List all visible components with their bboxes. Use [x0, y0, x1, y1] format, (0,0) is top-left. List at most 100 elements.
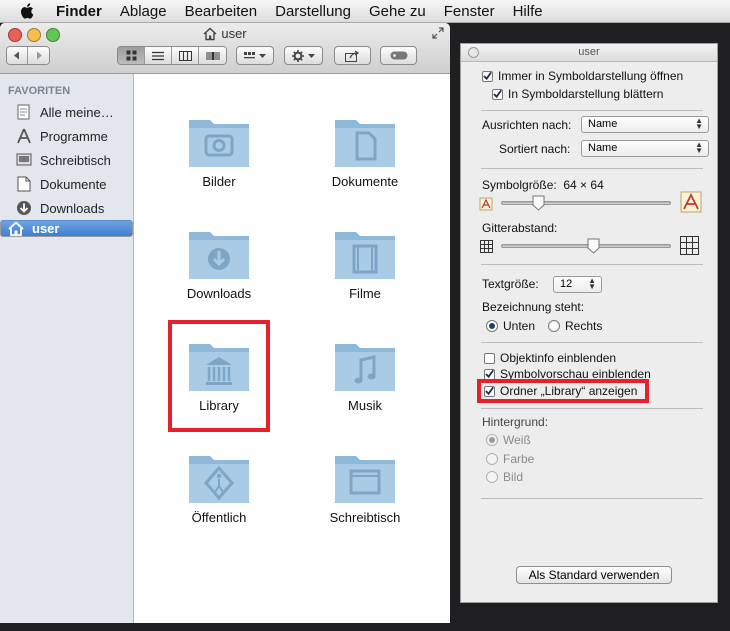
menu-gehe-zu[interactable]: Gehe zu	[369, 3, 426, 20]
menu-ablage[interactable]: Ablage	[120, 3, 167, 20]
always-icon-view-checkbox[interactable]	[482, 70, 493, 82]
folder-label: Downloads	[186, 286, 252, 301]
use-as-default-button[interactable]: Als Standard verwenden	[516, 566, 672, 584]
checkmark-icon	[493, 89, 502, 99]
back-button[interactable]	[7, 47, 28, 64]
folder-label: Filme	[349, 286, 381, 301]
sidebar-item-user[interactable]: user	[0, 220, 133, 237]
folder-label: Schreibtisch	[329, 510, 401, 525]
folder-item-musik[interactable]: Musik	[310, 338, 420, 438]
browse-icon-view-checkbox[interactable]	[492, 88, 503, 100]
gear-icon	[291, 49, 315, 62]
text-size-select-value: 12	[560, 278, 573, 290]
grid-spacing-slider-knob[interactable]	[587, 238, 600, 254]
folder-item-filme[interactable]: Filme	[310, 226, 420, 326]
window-title: user	[0, 26, 450, 41]
show-icon-preview-checkbox[interactable]	[484, 368, 495, 380]
tag-button[interactable]	[380, 46, 417, 65]
finder-window: user FAVORITEN Alle meine… Programme Sch…	[0, 23, 450, 623]
label-right-radio[interactable]	[548, 320, 560, 332]
home-icon	[203, 27, 217, 41]
folder-item-oeffentlich[interactable]: Öffentlich	[164, 450, 274, 550]
icon-view-icon	[126, 50, 136, 61]
menu-bearbeiten[interactable]: Bearbeiten	[185, 3, 258, 20]
music-folder-icon	[335, 344, 395, 391]
apple-logo-icon[interactable]	[18, 1, 38, 21]
panel-title-text: user	[578, 46, 600, 58]
downloads-folder-icon	[189, 232, 249, 279]
folder-label: Bilder	[202, 174, 236, 189]
icon-view-button[interactable]	[118, 47, 145, 64]
icon-size-slider-knob[interactable]	[532, 195, 545, 211]
desktop-folder-icon	[335, 456, 395, 503]
icon-size-slider[interactable]	[501, 201, 671, 205]
tag-icon	[390, 51, 407, 60]
select-arrows-icon: ▲ ▼	[695, 116, 703, 131]
documents-icon	[15, 175, 33, 193]
list-view-button[interactable]	[145, 47, 172, 64]
separator	[481, 264, 703, 265]
list-view-icon	[152, 51, 164, 60]
folder-item-schreibtisch[interactable]: Schreibtisch	[310, 450, 420, 550]
bg-picture-option: Bild	[486, 470, 523, 484]
movies-folder-icon	[335, 232, 395, 279]
share-button[interactable]	[334, 46, 371, 65]
arrange-select[interactable]: Name ▲ ▼	[581, 116, 709, 133]
applications-icon	[15, 127, 33, 145]
bg-picture-radio	[486, 471, 498, 483]
downloads-icon	[15, 199, 33, 217]
panel-title: user	[461, 44, 717, 62]
panel-close-button[interactable]	[468, 47, 479, 58]
back-forward-control	[6, 46, 50, 65]
text-size-select[interactable]: 12 ▲ ▼	[553, 276, 602, 293]
home-icon	[7, 220, 25, 238]
label-bottom-radio[interactable]	[486, 320, 498, 332]
folder-label: Öffentlich	[191, 510, 247, 525]
bg-picture-label: Bild	[503, 470, 524, 484]
forward-button[interactable]	[28, 47, 49, 64]
folder-item-downloads[interactable]: Downloads	[164, 226, 274, 326]
always-icon-view-label: Immer in Symboldarstellung öffnen	[498, 69, 684, 83]
menu-bar: Finder Ablage Bearbeiten Darstellung Geh…	[0, 0, 730, 23]
sidebar-item-schreibtisch[interactable]: Schreibtisch	[0, 148, 133, 172]
show-item-info-option[interactable]: Objektinfo einblenden	[484, 351, 616, 365]
grid-spacing-slider[interactable]	[501, 244, 671, 248]
folder-item-dokumente[interactable]: Dokumente	[310, 114, 420, 214]
sidebar: FAVORITEN Alle meine… Programme Schreibt…	[0, 74, 134, 623]
fullscreen-icon[interactable]	[432, 27, 444, 39]
grid-spacing-label: Gitterabstand:	[482, 221, 558, 235]
folder-item-bilder[interactable]: Bilder	[164, 114, 274, 214]
bg-white-label: Weiß	[503, 433, 531, 447]
sidebar-item-all-files[interactable]: Alle meine…	[0, 100, 133, 124]
separator	[481, 498, 703, 499]
sidebar-item-downloads[interactable]: Downloads	[0, 196, 133, 220]
menu-finder[interactable]: Finder	[56, 3, 102, 20]
desktop-icon	[15, 151, 33, 169]
label-right-option[interactable]: Rechts	[548, 319, 602, 333]
folder-grid: Bilder Dokumente Downloads Filme Library…	[134, 74, 450, 623]
icon-size-value: 64 × 64	[563, 178, 604, 192]
sidebar-item-dokumente[interactable]: Dokumente	[0, 172, 133, 196]
show-item-info-checkbox[interactable]	[484, 352, 495, 364]
bg-color-radio	[486, 453, 498, 465]
select-arrows-icon: ▲ ▼	[695, 140, 703, 155]
coverflow-view-button[interactable]	[199, 47, 226, 64]
always-icon-view-option[interactable]: Immer in Symboldarstellung öffnen	[482, 69, 683, 83]
large-icon-size-icon	[680, 191, 702, 213]
menu-darstellung[interactable]: Darstellung	[275, 3, 351, 20]
menu-fenster[interactable]: Fenster	[444, 3, 495, 20]
sidebar-item-programme[interactable]: Programme	[0, 124, 133, 148]
menu-hilfe[interactable]: Hilfe	[513, 3, 543, 20]
column-view-button[interactable]	[172, 47, 199, 64]
sort-select[interactable]: Name ▲ ▼	[581, 140, 709, 157]
forward-arrow-icon	[36, 51, 42, 60]
show-item-info-label: Objektinfo einblenden	[500, 351, 617, 365]
background-label: Hintergrund:	[482, 415, 549, 429]
arrange-menu-button[interactable]	[236, 46, 274, 65]
label-bottom-option[interactable]: Unten	[486, 319, 535, 333]
icon-size-row: Symbolgröße: 64 × 64	[482, 178, 604, 192]
view-options-panel: user Immer in Symboldarstellung öffnen I…	[460, 43, 718, 603]
browse-icon-view-option[interactable]: In Symboldarstellung blättern	[492, 87, 663, 101]
arrange-label: Ausrichten nach:	[482, 118, 572, 132]
action-menu-button[interactable]	[284, 46, 323, 65]
